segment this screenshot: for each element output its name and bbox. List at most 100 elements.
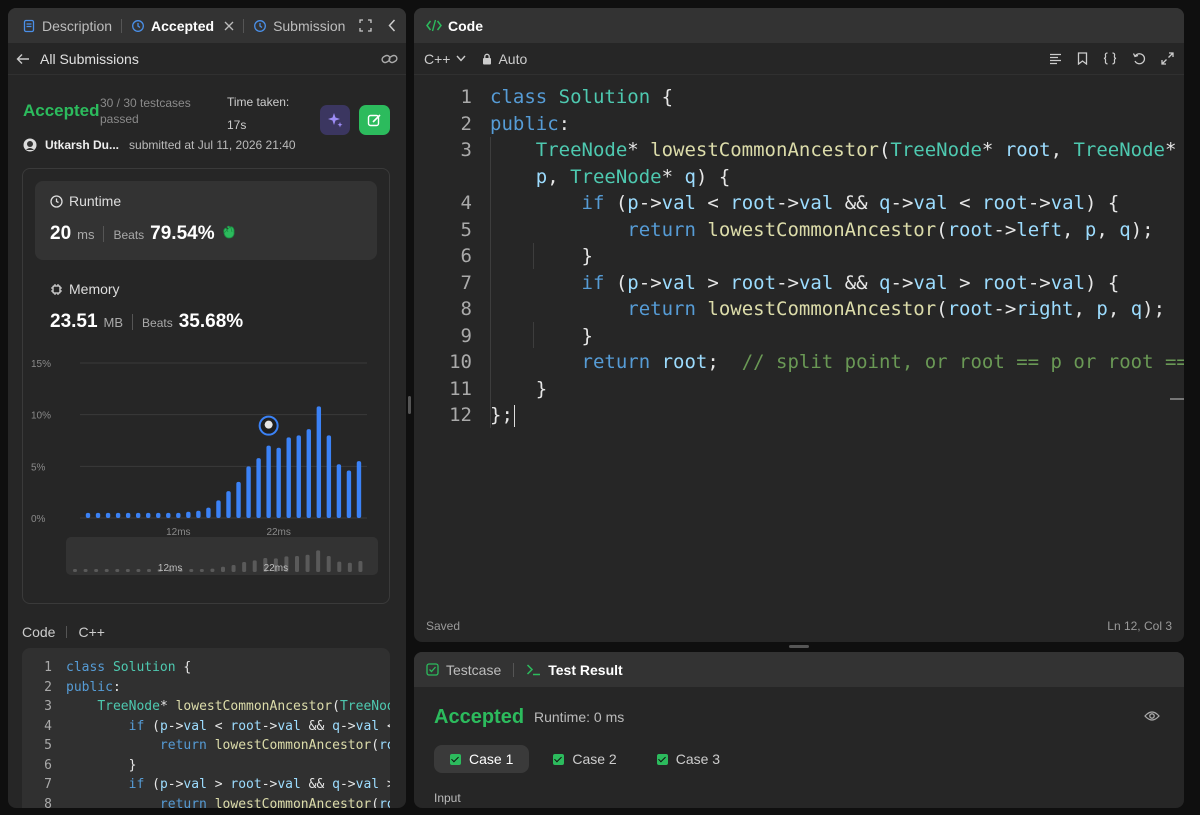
distribution-bar[interactable] [206,507,211,518]
y-tick-label: 10% [31,411,51,422]
case-tab-1[interactable]: Case 1 [434,745,530,773]
user-name[interactable]: Utkarsh Du... [45,138,119,152]
close-icon[interactable] [224,21,234,31]
code-line[interactable]: 3 TreeNode* lowestCommonAncestor(TreeNod… [414,137,1184,164]
distribution-bar[interactable] [95,512,101,518]
minimap-bar [210,568,215,572]
avatar[interactable] [23,138,37,152]
distribution-bar[interactable] [316,406,322,518]
submitted-code-view[interactable]: 1 class Solution {2 public: 3 TreeNode* low… [22,648,390,808]
memory-card[interactable]: Memory 23.51 MB Beats 35.68% [35,269,377,348]
checkbox-icon [426,663,439,676]
runtime-value: 20 [50,223,72,244]
tab-submissions[interactable]: Submission [247,18,345,34]
runtime-beats-value: 79.54% [150,223,215,244]
memory-label: Memory [69,281,120,297]
case-tab-3[interactable]: Case 3 [641,745,736,773]
distribution-bar[interactable] [296,435,301,518]
distribution-bar[interactable] [186,511,191,518]
distribution-bar[interactable] [286,437,291,518]
stats-card: Runtime 20 ms Beats 79.54% Memory 23.51 … [22,168,390,604]
code-line[interactable]: 1 class Solution { [414,84,1184,111]
expand-icon[interactable] [1161,52,1174,65]
undo-icon[interactable] [1132,52,1146,65]
y-tick-label: 15% [31,359,51,370]
fullscreen-icon[interactable] [359,19,372,32]
line-text: return lowestCommonAncestor(root->left, … [627,218,1154,241]
distribution-bar[interactable] [236,481,241,518]
distribution-bar[interactable] [346,470,352,518]
line-number: 5 [460,218,472,241]
code-line[interactable]: 5 return lowestCommonAncestor(root->left… [414,217,1184,244]
distribution-bar[interactable] [125,512,131,518]
distribution-bar[interactable] [256,458,261,518]
tab-description[interactable]: Description [16,18,118,34]
distribution-bar[interactable] [246,466,251,518]
distribution-bar[interactable] [276,447,281,518]
minimap-bar [94,569,99,572]
code-line[interactable]: 12}; [414,402,1184,429]
ai-analyze-button[interactable] [320,105,350,135]
language-select[interactable]: C++ [424,51,466,67]
back-link[interactable]: All Submissions [16,51,139,67]
code-line[interactable]: 4 if (p->val < root->val && q->val < roo… [414,190,1184,217]
code-line[interactable]: 8 return lowestCommonAncestor(root->righ… [414,296,1184,323]
case-tab-2[interactable]: Case 2 [537,745,632,773]
history-icon [131,19,145,33]
distribution-bar[interactable] [266,445,271,518]
code-line[interactable]: 11 } [414,376,1184,403]
braces-icon[interactable] [1103,52,1117,65]
tab-divider [243,18,245,33]
code-editor[interactable]: 1 class Solution {2 public: 3 TreeNode* low… [414,84,1184,604]
line-text: } [66,757,137,773]
distribution-bar[interactable] [196,510,201,518]
autocomplete-mode[interactable]: Auto [482,51,527,67]
distribution-bar[interactable] [115,512,121,518]
runtime-distribution-chart[interactable]: 15% 10% 5% 0% 12ms 22ms 12ms 22ms [23,355,389,605]
distribution-bar[interactable] [326,435,332,518]
line-text: if (p->val > root->val && q->val > root-… [581,271,1120,294]
minimap-tick-label: 12ms [158,563,182,574]
distribution-bar[interactable] [216,500,221,518]
minimap-tick-label: 22ms [264,563,288,574]
distribution-bar[interactable] [176,512,181,518]
horizontal-resize-handle[interactable] [789,645,809,648]
distribution-bar[interactable] [105,512,111,518]
line-text: return lowestCommonAncestor(root->right,… [627,298,1166,321]
distribution-bar[interactable] [356,461,362,518]
format-icon[interactable] [1049,53,1062,65]
tab-testcase[interactable]: Testcase [426,662,501,678]
eye-icon[interactable] [1144,710,1160,722]
distribution-bar[interactable] [156,512,161,518]
testcases-passed-label: passed [100,112,139,126]
distribution-bar[interactable] [306,429,311,518]
distribution-bar[interactable] [135,512,141,518]
distribution-bar[interactable] [226,491,231,518]
minimap-bar [316,550,321,572]
vertical-resize-handle[interactable] [408,396,411,414]
line-text: if (p->val < root->val && q->val < root-… [128,718,390,734]
chevron-left-icon[interactable] [388,19,396,32]
divider [132,314,134,330]
code-line[interactable]: 6 } [414,243,1184,270]
code-section-header: Code C++ [22,624,105,640]
distribution-bar[interactable] [146,512,151,518]
code-line[interactable]: 2 public: [414,111,1184,138]
code-line[interactable]: 7 if (p->val > root->val && q->val > roo… [414,270,1184,297]
code-line[interactable]: 10 return root; // split point, or root … [414,349,1184,376]
distribution-bar[interactable] [336,464,342,518]
distribution-bar[interactable] [85,512,91,518]
bookmark-icon[interactable] [1077,52,1088,65]
tab-accepted[interactable]: Accepted [125,18,240,34]
mode-value: Auto [498,50,528,67]
tab-test-result[interactable]: Test Result [526,662,623,678]
minimap-bar [125,569,130,572]
line-text: if (p->val < root->val && q->val < root-… [581,192,1120,215]
line-text: return lowestCommonAncestor(root->right,… [159,796,390,809]
distribution-bar[interactable] [166,512,171,518]
runtime-card[interactable]: Runtime 20 ms Beats 79.54% [35,181,377,260]
code-line[interactable]: 9 } [414,323,1184,350]
link-icon[interactable] [381,52,398,66]
edit-solution-button[interactable] [359,105,390,135]
code-line[interactable]: p, TreeNode* q) { [414,164,1184,191]
